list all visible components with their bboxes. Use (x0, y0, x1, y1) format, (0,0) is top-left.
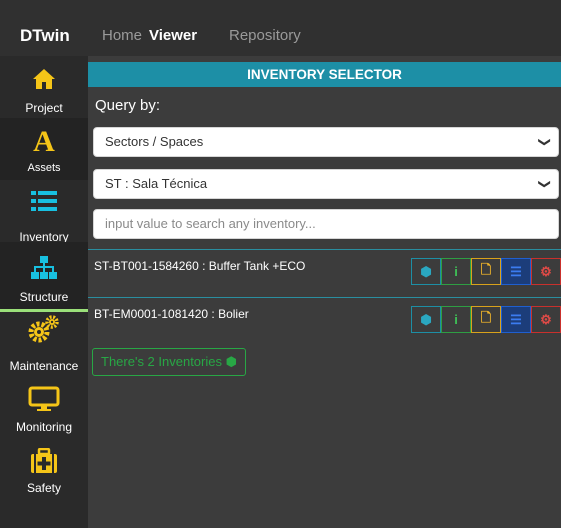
brand-logo[interactable]: DTwin (20, 26, 70, 46)
gears-icon (0, 314, 88, 344)
inventory-selector-title: INVENTORY SELECTOR (88, 62, 561, 87)
list-icon[interactable]: ☰ (501, 306, 531, 333)
medkit-icon (0, 448, 88, 474)
sidebar-item-safety[interactable]: Safety (0, 438, 88, 500)
query-type-select[interactable]: Sectors / Spaces ❯ (93, 127, 559, 157)
sidebar-item-maintenance[interactable]: Maintenance (0, 312, 88, 374)
sidebar-item-inventory[interactable]: Inventory (0, 180, 88, 244)
sidebar-item-label: Monitoring (15, 420, 73, 434)
cube-icon[interactable]: ⬢ (411, 258, 441, 285)
sidebar-item-label: Project (25, 101, 63, 115)
inventory-label: BT-EM0001-1081420 : Bolier (94, 307, 249, 321)
inventory-count-button[interactable]: There's 2 Inventories ⬢ (92, 348, 246, 376)
list-icon (0, 190, 88, 212)
space-select[interactable]: ST : Sala Técnica ❯ (93, 169, 559, 199)
sidebar-item-label: Safety (26, 481, 62, 495)
info-icon[interactable]: i (441, 306, 471, 333)
cube-icon: ⬢ (225, 354, 237, 369)
action-buttons: ⬢ i 🗋 ☰ ⚙ (411, 306, 561, 333)
assets-letter-icon: A (33, 125, 55, 158)
chevron-down-icon: ❯ (537, 136, 552, 148)
info-icon[interactable]: i (441, 258, 471, 285)
sidebar-item-project[interactable]: Project (0, 56, 88, 118)
list-icon[interactable]: ☰ (501, 258, 531, 285)
gears-icon[interactable]: ⚙ (531, 306, 561, 333)
inventory-label: ST-BT001-1584260 : Buffer Tank +ECO (94, 259, 306, 273)
monitor-icon (0, 386, 88, 412)
inventory-count-text: There's 2 Inventories (101, 354, 222, 369)
sidebar-item-label: Maintenance (9, 359, 79, 373)
list-item[interactable]: BT-EM0001-1081420 : Bolier ⬢ i 🗋 ☰ ⚙ (88, 297, 561, 337)
document-icon[interactable]: 🗋 (471, 258, 501, 285)
document-icon[interactable]: 🗋 (471, 306, 501, 333)
sidebar-item-label: Structure (19, 290, 69, 304)
nav-viewer-link[interactable]: Viewer (149, 27, 197, 44)
nav-repository-link[interactable]: Repository (229, 27, 301, 44)
sidebar-item-assets[interactable]: A Assets (0, 118, 88, 180)
list-item[interactable]: ST-BT001-1584260 : Buffer Tank +ECO ⬢ i … (88, 249, 561, 289)
cube-icon[interactable]: ⬢ (411, 306, 441, 333)
space-value: ST : Sala Técnica (105, 176, 208, 191)
sidebar: Project A Assets Inventory Structure Mai… (0, 56, 88, 528)
query-by-label: Query by: (95, 97, 161, 114)
nav-home-link[interactable]: Home (102, 27, 142, 44)
search-placeholder: input value to search any inventory... (105, 216, 316, 231)
sidebar-item-structure[interactable]: Structure (0, 242, 88, 309)
action-buttons: ⬢ i 🗋 ☰ ⚙ (411, 258, 561, 285)
sidebar-item-monitoring[interactable]: Monitoring (0, 376, 88, 438)
sidebar-item-label: Assets (27, 162, 61, 174)
chevron-down-icon: ❯ (537, 178, 552, 190)
top-navbar: DTwin Home Viewer Repository (0, 0, 561, 56)
home-icon (0, 68, 88, 90)
inventory-search-input[interactable]: input value to search any inventory... (93, 209, 559, 239)
gears-icon[interactable]: ⚙ (531, 258, 561, 285)
sitemap-icon (0, 256, 88, 280)
query-type-value: Sectors / Spaces (105, 134, 204, 149)
